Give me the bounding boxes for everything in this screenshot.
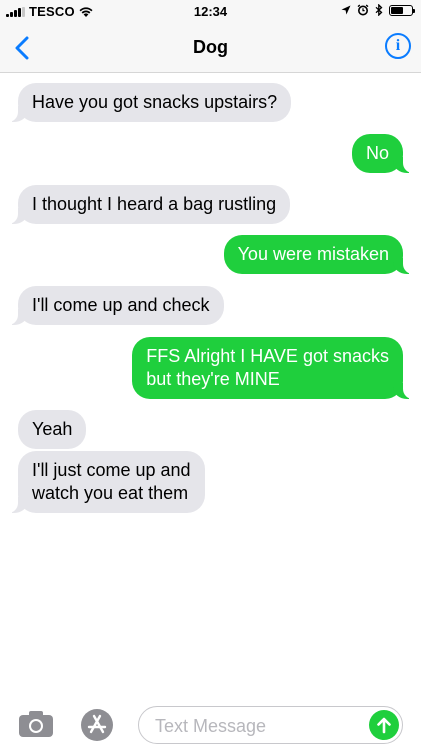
camera-button[interactable] bbox=[18, 710, 54, 738]
bluetooth-icon bbox=[375, 4, 383, 16]
compose-bar bbox=[0, 700, 421, 750]
alarm-clock-icon bbox=[357, 4, 369, 16]
info-icon: i bbox=[395, 37, 401, 54]
conversation-header: Dog i bbox=[0, 24, 421, 73]
message-list: Have you got snacks upstairs? No I thoug… bbox=[0, 73, 421, 693]
location-arrow-icon bbox=[341, 5, 351, 14]
app-store-icon bbox=[81, 709, 113, 741]
message-input[interactable] bbox=[153, 707, 367, 745]
message-bubble-incoming[interactable]: Have you got snacks upstairs? bbox=[7, 83, 292, 122]
message-bubble-incoming[interactable]: I thought I heard a bag rustling bbox=[7, 185, 291, 224]
message-text: I'll come up and check bbox=[32, 295, 210, 315]
status-bar: TESCO 12:34 bbox=[0, 0, 421, 24]
message-text-line: I'll just come up and bbox=[32, 460, 191, 480]
message-text: I thought I heard a bag rustling bbox=[32, 194, 277, 214]
message-bubble-incoming[interactable]: Yeah bbox=[18, 410, 87, 449]
camera-icon bbox=[19, 711, 53, 737]
message-input-field[interactable] bbox=[138, 706, 403, 745]
info-button[interactable]: i bbox=[385, 33, 411, 59]
message-text: Yeah bbox=[32, 419, 73, 439]
message-text: You were mistaken bbox=[237, 244, 389, 264]
message-text-line: watch you eat them bbox=[32, 483, 189, 503]
message-bubble-incoming[interactable]: I'll come up and check bbox=[8, 286, 224, 325]
message-text: No bbox=[365, 143, 389, 163]
send-arrow-icon bbox=[377, 717, 391, 734]
message-bubble-outgoing[interactable]: No bbox=[351, 134, 414, 173]
battery-icon bbox=[389, 4, 415, 16]
battery-level bbox=[391, 6, 404, 14]
message-bubble-incoming[interactable]: I'll just come up and watch you eat them bbox=[8, 451, 205, 513]
message-text: Have you got snacks upstairs? bbox=[32, 92, 278, 112]
message-text-line: but they're MINE bbox=[146, 369, 280, 389]
contact-name[interactable]: Dog bbox=[0, 37, 421, 58]
message-bubble-outgoing[interactable]: You were mistaken bbox=[223, 235, 414, 274]
app-store-button[interactable] bbox=[80, 708, 114, 742]
send-button[interactable] bbox=[369, 710, 399, 740]
message-text-line: FFS Alright I HAVE got snacks bbox=[146, 346, 389, 366]
status-right bbox=[341, 4, 415, 16]
message-bubble-outgoing[interactable]: FFS Alright I HAVE got snacks but they'r… bbox=[132, 337, 413, 399]
